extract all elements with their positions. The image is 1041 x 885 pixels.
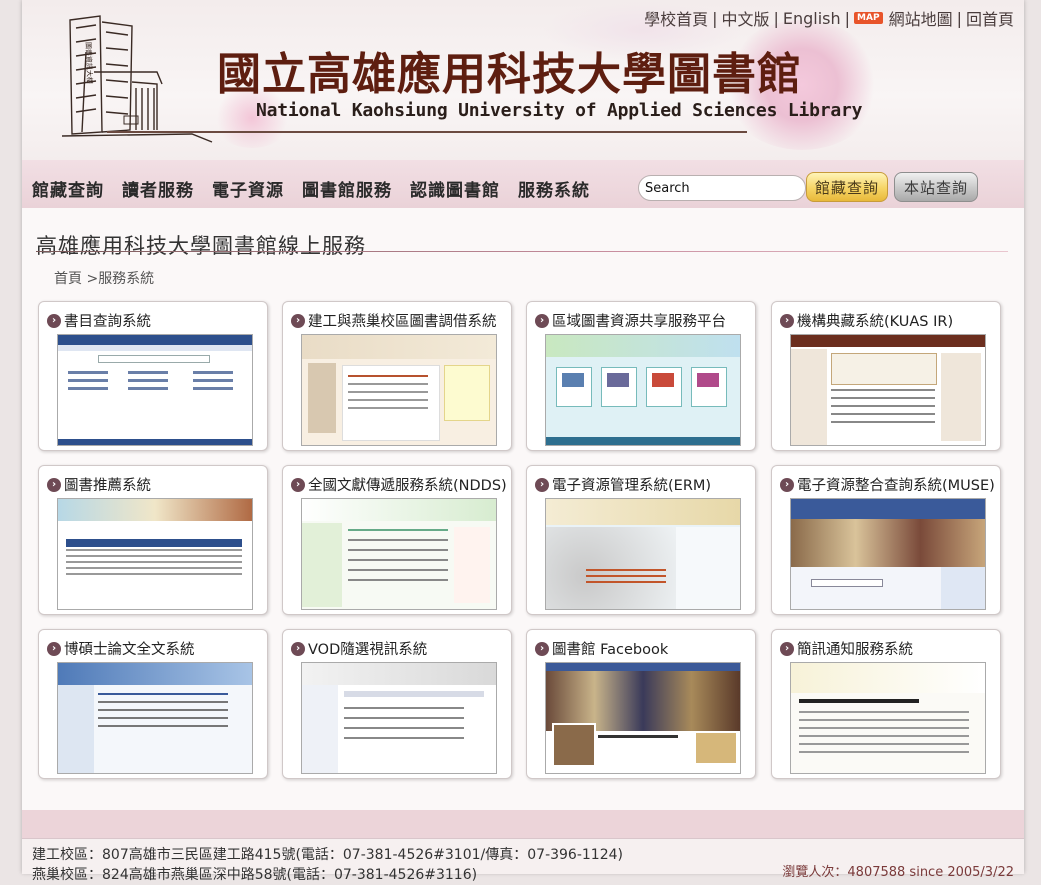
card-title: › 簡訊通知服務系統: [780, 638, 913, 659]
site-header: 學校首頁 | 中文版 | English | MAP 網站地圖 | 回首頁 圖書資訊大樓 …: [22, 0, 1024, 160]
search-input[interactable]: [638, 175, 806, 201]
chevron-right-icon: ›: [291, 641, 305, 656]
breadcrumb-separator: >: [86, 271, 99, 287]
chevron-right-icon: ›: [291, 313, 305, 328]
nav-menu: 館藏查詢 讀者服務 電子資源 圖書館服務 認識圖書館 服務系統: [32, 176, 590, 201]
chevron-right-icon: ›: [780, 313, 794, 328]
card-label: 建工與燕巢校區圖書調借系統: [308, 314, 497, 330]
site-footer: 建工校區：807高雄市三民區建工路415號(電話：07-381-4526#310…: [22, 838, 1024, 883]
card-title: › 電子資源整合查詢系統(MUSE): [780, 474, 995, 495]
link-chinese[interactable]: 中文版: [721, 6, 769, 30]
card-title: › 全國文獻傳遞服務系統(NDDS): [291, 474, 507, 495]
address-yanchao-campus: 燕巢校區：824高雄市燕巢區深中路58號(電話：07-381-4526#3116…: [32, 867, 478, 883]
breadcrumb-home[interactable]: 首頁: [54, 271, 82, 287]
map-icon[interactable]: MAP: [854, 12, 883, 24]
card-label: 區域圖書資源共享服務平台: [552, 314, 726, 330]
card-title: › 圖書推薦系統: [47, 474, 151, 495]
nav-item-e-resources[interactable]: 電子資源: [212, 176, 284, 201]
card-label: 電子資源整合查詢系統(MUSE): [797, 478, 995, 494]
screenshot-thumbnail[interactable]: [790, 334, 986, 446]
site-search-button[interactable]: 本站查詢: [894, 172, 978, 202]
card-title: › 建工與燕巢校區圖書調借系統: [291, 310, 497, 331]
card-label: 圖書推薦系統: [64, 478, 151, 494]
chevron-right-icon: ›: [535, 641, 549, 656]
service-card-interlibrary-loan[interactable]: › 建工與燕巢校區圖書調借系統: [282, 301, 512, 451]
service-card-muse[interactable]: › 電子資源整合查詢系統(MUSE): [771, 465, 1001, 615]
chevron-right-icon: ›: [47, 641, 61, 656]
link-english[interactable]: English: [783, 9, 841, 28]
separator: |: [844, 8, 851, 28]
screenshot-thumbnail[interactable]: [301, 498, 497, 610]
screenshot-thumbnail[interactable]: [545, 334, 741, 446]
screenshot-thumbnail[interactable]: [790, 662, 986, 774]
nav-item-collection-search[interactable]: 館藏查詢: [32, 176, 104, 201]
screenshot-thumbnail[interactable]: [545, 662, 741, 774]
chevron-right-icon: ›: [535, 313, 549, 328]
screenshot-thumbnail[interactable]: [790, 498, 986, 610]
chevron-right-icon: ›: [535, 477, 549, 492]
card-label: 機構典藏系統(KUAS IR): [797, 314, 954, 330]
visitor-counter: 瀏覽人次：4807588 since 2005/3/22: [782, 865, 1014, 880]
link-school-home[interactable]: 學校首頁: [644, 6, 708, 30]
footer-address: 建工校區：807高雄市三民區建工路415號(電話：07-381-4526#310…: [32, 845, 623, 885]
service-card-ndds[interactable]: › 全國文獻傳遞服務系統(NDDS): [282, 465, 512, 615]
card-title: › 圖書館 Facebook: [535, 638, 668, 659]
screenshot-thumbnail[interactable]: [545, 498, 741, 610]
card-title: › 書目查詢系統: [47, 310, 151, 331]
card-label: 博碩士論文全文系統: [64, 642, 195, 658]
card-label: 圖書館 Facebook: [552, 642, 669, 658]
title-divider: [36, 251, 1008, 252]
footer-band: [22, 810, 1024, 838]
address-jiangong-campus: 建工校區：807高雄市三民區建工路415號(電話：07-381-4526#310…: [32, 847, 623, 863]
chevron-right-icon: ›: [291, 477, 305, 492]
nav-item-reader-services[interactable]: 讀者服務: [122, 176, 194, 201]
service-card-thesis[interactable]: › 博碩士論文全文系統: [38, 629, 268, 779]
card-label: 電子資源管理系統(ERM): [552, 478, 712, 494]
card-title: › 博碩士論文全文系統: [47, 638, 195, 659]
card-label: 全國文獻傳遞服務系統(NDDS): [308, 478, 507, 494]
breadcrumb-current: 服務系統: [98, 271, 155, 287]
svg-text:圖書資訊大樓: 圖書資訊大樓: [84, 42, 94, 84]
page-title: 高雄應用科技大學圖書館線上服務: [36, 234, 366, 258]
service-card-facebook[interactable]: › 圖書館 Facebook: [526, 629, 756, 779]
page: 學校首頁 | 中文版 | English | MAP 網站地圖 | 回首頁 圖書資訊大樓 …: [22, 0, 1024, 883]
breadcrumb: 首頁 >服務系統: [54, 268, 154, 288]
separator: |: [956, 8, 962, 28]
card-label: 簡訊通知服務系統: [797, 642, 913, 658]
card-title: › 機構典藏系統(KUAS IR): [780, 310, 953, 331]
separator: |: [712, 8, 718, 28]
service-card-sms-notification[interactable]: › 簡訊通知服務系統: [771, 629, 1001, 779]
screenshot-thumbnail[interactable]: [301, 334, 497, 446]
screenshot-thumbnail[interactable]: [57, 334, 253, 446]
nav-item-about-library[interactable]: 認識圖書館: [410, 176, 500, 201]
header-divider: [107, 131, 747, 133]
card-title: › 區域圖書資源共享服務平台: [535, 310, 726, 331]
library-title-english: National Kaohsiung University of Applied…: [256, 100, 863, 121]
screenshot-thumbnail[interactable]: [57, 662, 253, 774]
card-title: › 電子資源管理系統(ERM): [535, 474, 711, 495]
card-label: 書目查詢系統: [64, 314, 151, 330]
card-title: › VOD隨選視訊系統: [291, 638, 427, 659]
service-card-vod[interactable]: › VOD隨選視訊系統: [282, 629, 512, 779]
top-links: 學校首頁 | 中文版 | English | MAP 網站地圖 | 回首頁: [644, 6, 1014, 30]
nav-item-library-services[interactable]: 圖書館服務: [302, 176, 392, 201]
separator: |: [773, 8, 779, 28]
service-card-book-recommendation[interactable]: › 圖書推薦系統: [38, 465, 268, 615]
library-title-chinese: 國立高雄應用科技大學圖書館: [217, 49, 802, 100]
link-sitemap[interactable]: 網站地圖: [889, 6, 953, 30]
collection-search-button[interactable]: 館藏查詢: [806, 172, 888, 202]
screenshot-thumbnail[interactable]: [57, 498, 253, 610]
chevron-right-icon: ›: [780, 641, 794, 656]
chevron-right-icon: ›: [47, 477, 61, 492]
chevron-right-icon: ›: [780, 477, 794, 492]
link-home[interactable]: 回首頁: [966, 6, 1014, 30]
service-card-institutional-repository[interactable]: › 機構典藏系統(KUAS IR): [771, 301, 1001, 451]
nav-item-service-systems[interactable]: 服務系統: [518, 176, 590, 201]
service-card-erm[interactable]: › 電子資源管理系統(ERM): [526, 465, 756, 615]
chevron-right-icon: ›: [47, 313, 61, 328]
service-card-catalog[interactable]: › 書目查詢系統: [38, 301, 268, 451]
service-card-regional-sharing[interactable]: › 區域圖書資源共享服務平台: [526, 301, 756, 451]
screenshot-thumbnail[interactable]: [301, 662, 497, 774]
card-label: VOD隨選視訊系統: [308, 642, 428, 658]
